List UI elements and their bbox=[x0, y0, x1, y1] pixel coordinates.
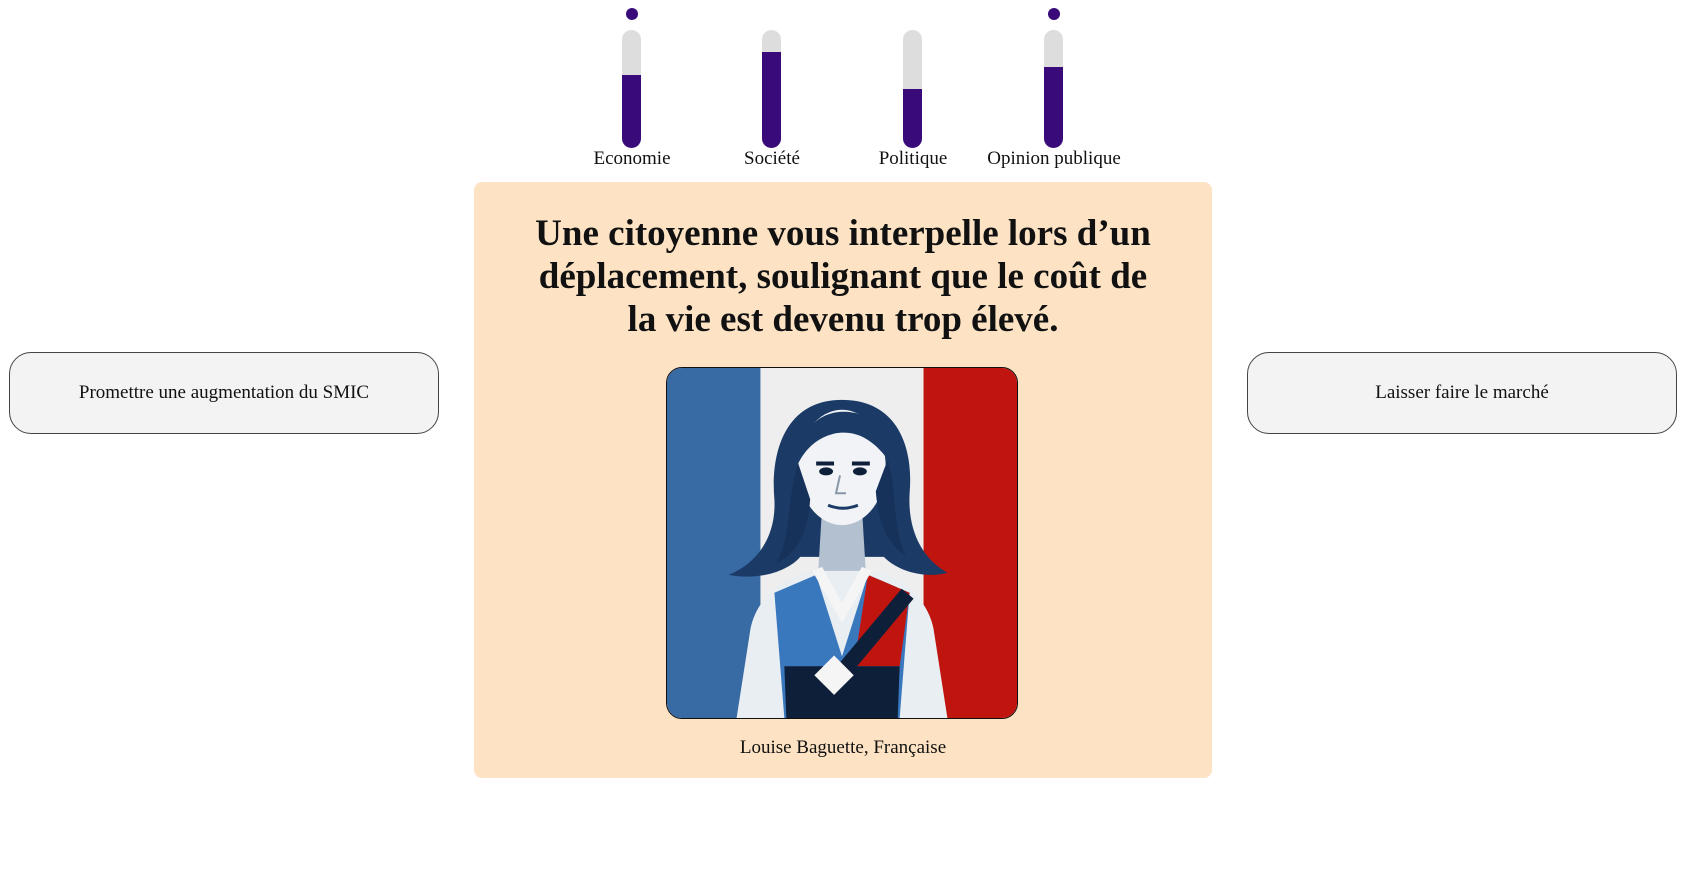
gauge-track bbox=[622, 30, 641, 148]
change-indicator-dot bbox=[1048, 8, 1060, 20]
game-screen: Economie Société Politique Opinion publi… bbox=[0, 0, 1683, 871]
gauge-label: Opinion publique bbox=[987, 148, 1121, 169]
gauge-track bbox=[1044, 30, 1063, 148]
gauge-economie: Economie bbox=[562, 0, 702, 175]
stat-gauges: Economie Société Politique Opinion publi… bbox=[562, 0, 1142, 175]
gauge-track bbox=[903, 30, 922, 148]
change-indicator-dot bbox=[626, 8, 638, 20]
event-card[interactable]: Une citoyenne vous interpelle lors d’un … bbox=[474, 182, 1212, 778]
gauge-fill bbox=[903, 89, 922, 148]
gauge-label: Politique bbox=[878, 148, 948, 169]
gauge-label: Economie bbox=[593, 148, 671, 169]
gauge-fill bbox=[1044, 66, 1063, 148]
event-question: Une citoyenne vous interpelle lors d’un … bbox=[535, 213, 1151, 340]
gauge-societe: Société bbox=[702, 0, 842, 175]
gauge-fill bbox=[622, 74, 641, 148]
gauge-label: Société bbox=[744, 148, 800, 169]
gauge-fill bbox=[762, 52, 781, 148]
choice-right-button[interactable]: Laisser faire le marché bbox=[1247, 352, 1677, 434]
character-portrait bbox=[666, 367, 1018, 719]
gauge-opinion-publique: Opinion publique bbox=[984, 0, 1124, 175]
gauge-politique: Politique bbox=[843, 0, 983, 175]
character-name: Louise Baguette, Française bbox=[739, 737, 947, 758]
citizen-portrait-illustration bbox=[667, 368, 1017, 718]
choice-left-button[interactable]: Promettre une augmentation du SMIC bbox=[9, 352, 439, 434]
gauge-track bbox=[762, 30, 781, 148]
